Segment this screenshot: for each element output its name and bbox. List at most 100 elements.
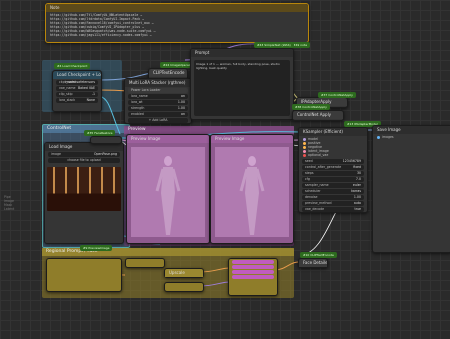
param-key: enabled [131,112,144,116]
param-key: cfg [305,177,310,181]
load-lora-title: Load Checkpoint + LoRA Stack [53,71,101,79]
socket-dot-icon[interactable] [377,135,380,139]
add-lora-button[interactable]: + Add LoRA [128,118,188,123]
bottom-node-1[interactable] [46,258,122,292]
load-image-node[interactable]: Load Image image OpenPose.png choose file… [44,142,124,244]
input-socket-label: optional_vae [303,153,363,157]
load-lora-node[interactable]: Load Checkpoint + LoRA Stack ckpt_namemo… [52,70,102,112]
param-value: euler [352,183,361,187]
param-key: steps [305,171,314,175]
param-key: scheduler [305,189,321,193]
param-key: preview_method [305,201,332,205]
multi-lora-header: Power Lora Loader [128,88,188,93]
param-row[interactable]: denoise 1.00 [302,195,364,200]
param-key: vae_name [59,86,76,90]
param-value: on [181,94,185,98]
param-row[interactable]: preview_method auto [302,201,364,206]
param-value: Baked VAE [77,86,95,90]
badge-preview: #9 PreviewImage [80,245,113,251]
pose-figure-image [131,147,205,237]
prompt-textarea[interactable]: Image 1 of 1 — woman, full body, standin… [194,60,290,116]
cliptext-title: CLIPTextEncode [149,69,187,77]
socket-name: images [382,135,394,139]
param-row[interactable]: enabled on [128,112,188,117]
param-row[interactable]: cfg 7.0 [302,177,364,182]
param-value: 1.00 [177,100,185,104]
side-label: Latent [4,207,15,211]
note-line: https://github.com/jags111/efficiency-no… [50,33,152,37]
param-value: 1.00 [353,195,361,199]
param-row[interactable]: lora_name on [128,94,188,99]
multi-lora-node[interactable]: Multi LoRA Stacker (rgthree) Power Lora … [124,78,192,124]
prompt-title: Prompt [191,49,293,57]
image-to-mask-node[interactable] [90,136,122,144]
param-value: -1 [91,92,95,96]
ksampler-node[interactable]: KSampler (Efficient) model positive nega… [298,127,368,213]
upload-button[interactable]: choose file to upload [48,158,120,163]
badge-prompt: #43 SimpleText (WAS) [254,42,294,48]
badge-ctrl-a: #37 ControlNetApply [318,92,356,98]
save-image-title: Save Image [373,126,450,134]
preview-a-title: Preview Image [127,135,209,143]
param-key: lora_wt [131,100,143,104]
side-labels: Pipe Image Mask Latent [4,195,14,211]
bottom-node-4[interactable] [164,282,204,292]
file-select[interactable]: image OpenPose.png [48,152,120,157]
param-row[interactable]: scheduler karras [302,189,364,194]
load-image-title: Load Image [45,143,123,151]
ctrl-a-node[interactable]: ControlNet Apply [292,110,344,121]
param-key: lora_name [131,94,148,98]
param-row[interactable]: clip_skip -1 [56,92,98,97]
param-key: vae_decode [305,207,325,211]
bottom-mid-title: Upscale [165,269,203,277]
prompt-node[interactable]: Prompt Image 1 of 1 — woman, full body, … [190,48,294,120]
param-row[interactable]: steps 30 [302,171,364,176]
param-value: 123456789 [342,159,361,163]
badge-bottom: #10 CLIPTextEncode [300,252,337,258]
pink-widget-row[interactable] [232,270,274,274]
param-key: sampler_name [305,183,329,187]
pink-widget-row[interactable] [232,265,274,269]
ctrl-a-title: ControlNet Apply [293,111,343,119]
bottom-node-5[interactable] [228,258,278,296]
param-value: karras [351,189,361,193]
param-key: lora_stack [59,98,76,102]
socket-name: optional_vae [308,153,329,157]
param-row[interactable]: strength 1.00 [128,106,188,111]
param-row[interactable]: seed 123456789 [302,159,364,164]
param-value: on [181,112,185,116]
param-key: strength [131,106,145,110]
param-row[interactable]: ckpt_name model.safetensors [56,80,98,85]
param-row[interactable]: sampler_name euler [302,183,364,188]
param-value: OpenPose.png [94,152,117,156]
param-value: fixed [353,165,361,169]
preview-b-node[interactable]: Preview Image [210,134,294,244]
pink-widget-row[interactable] [232,260,274,264]
pink-widget-row[interactable] [232,275,274,279]
preview-a-node[interactable]: Preview Image [126,134,210,244]
param-row[interactable]: vae_decode true [302,207,364,212]
preview-b-title: Preview Image [211,135,293,143]
param-key: clip_skip [59,92,73,96]
param-row[interactable]: lora_stack None [56,98,98,103]
bottom-node-2[interactable] [125,258,165,268]
param-row[interactable]: vae_name Baked VAE [56,86,98,91]
badge-load-ckpt: #4 Load Checkpoint [54,63,91,69]
face-detail-title: Face Detailer [299,259,327,267]
param-key: image [51,152,61,156]
param-value: None [86,98,95,102]
save-image-node[interactable]: Save Image images [372,125,450,253]
face-detail-node[interactable]: Face Detailer [298,258,328,268]
param-key: control_after_generate [305,165,342,169]
pose-figure-image [215,147,289,237]
param-value: 1.00 [177,106,185,110]
bottom-node-3[interactable]: Upscale [164,268,204,278]
param-row[interactable]: control_after_generate fixed [302,165,364,170]
param-value: 30 [356,171,361,175]
socket-dot-icon[interactable] [303,153,306,157]
note-node[interactable]: Note https://github.com/Ttl/ComfyUi_NNLa… [45,3,309,43]
param-key: seed [305,159,313,163]
loaded-image [47,167,121,211]
param-row[interactable]: lora_wt 1.00 [128,100,188,105]
input-socket-label: images [373,134,450,140]
